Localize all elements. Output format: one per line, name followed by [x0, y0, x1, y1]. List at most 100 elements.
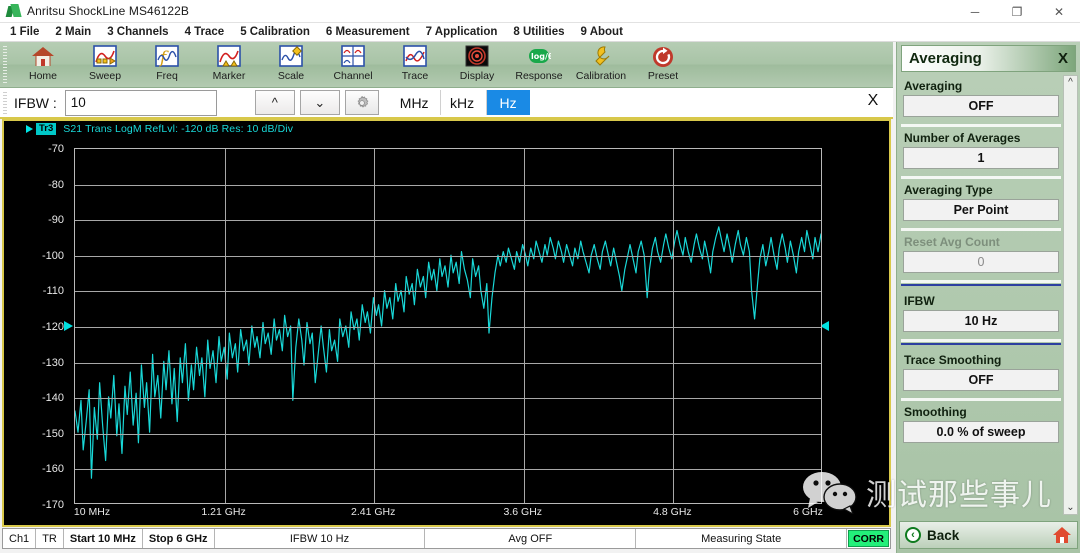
menu-item-calibration[interactable]: 5 Calibration [240, 26, 310, 38]
panel-divider [901, 339, 1061, 342]
home-icon[interactable] [1052, 526, 1072, 544]
panel-field-value[interactable]: 0 [903, 251, 1059, 273]
toolbar-button-preset[interactable]: Preset [632, 42, 694, 86]
gridline-horizontal [75, 220, 821, 222]
main-toolbar: Home Sweep f Freq Marker Scale Channel Trace Dis… [0, 42, 893, 88]
y-axis-tick-label: -140 [41, 392, 64, 405]
channel-icon [341, 45, 365, 69]
toolbar-button-label: Scale [277, 70, 305, 82]
toolbar-grip[interactable] [3, 46, 7, 84]
x-axis-tick-label: 10 MHz [73, 506, 111, 518]
panel-field-label: Trace Smoothing [904, 353, 1002, 367]
trace-icon [403, 45, 427, 69]
y-axis-tick-label: -100 [41, 249, 64, 262]
maximize-button[interactable]: ❐ [996, 0, 1038, 23]
gear-icon [357, 95, 369, 108]
toolbar-button-home[interactable]: Home [12, 42, 74, 86]
toolbar-button-freq[interactable]: f Freq [136, 42, 198, 86]
menu-item-trace[interactable]: 4 Trace [185, 26, 225, 38]
minimize-button[interactable]: ─ [954, 0, 996, 23]
panel-title: Averaging [909, 50, 982, 67]
unit-button-mhz[interactable]: MHz [391, 90, 438, 115]
status-cell-ch1[interactable]: Ch1 [3, 529, 37, 548]
panel-field-value[interactable]: 10 Hz [903, 310, 1059, 332]
y-axis-tick-label: -110 [42, 285, 64, 298]
panel-divider [901, 176, 1061, 179]
scroll-down-button[interactable]: ⌄ [1066, 501, 1074, 514]
status-cell-tr[interactable]: TR [36, 529, 64, 548]
y-axis-tick-label: -150 [41, 427, 64, 440]
unit-button-hz[interactable]: Hz [485, 90, 530, 115]
status-cell-stop-6-ghz[interactable]: Stop 6 GHz [143, 529, 215, 548]
menu-item-measurement[interactable]: 6 Measurement [326, 26, 410, 38]
x-axis-tick-label: 4.8 GHz [653, 506, 692, 518]
panel-field-value[interactable]: OFF [903, 95, 1059, 117]
x-axis-tick-label: 3.6 GHz [503, 506, 543, 518]
panel-divider [901, 228, 1061, 231]
toolbar-button-trace[interactable]: Trace [384, 42, 446, 86]
menu-item-utilities[interactable]: 8 Utilities [513, 26, 564, 38]
y-axis-tick-label: -120 [41, 321, 64, 333]
toolbar-button-calibration[interactable]: Calibration [570, 42, 632, 86]
y-axis-tick-label: -70 [48, 143, 64, 155]
panel-field-value[interactable]: 1 [903, 147, 1059, 169]
application-window: Anritsu ShockLine MS46122B ─ ❐ ✕ 1 File 2… [0, 0, 1080, 553]
toolbar-button-marker[interactable]: Marker [198, 42, 260, 86]
chevron-down-icon: ⌄ [314, 94, 326, 110]
x-axis-tick-label: 6 GHz [793, 506, 823, 518]
status-cell-avg-off[interactable]: Avg OFF [425, 529, 637, 548]
ifbw-increment-button[interactable]: ^ [254, 90, 295, 115]
menu-bar: 1 File 2 Main 3 Channels 4 Trace 5 Calibrati… [0, 23, 1080, 42]
ifbw-input[interactable]: 10 [64, 89, 217, 116]
toolbar-button-sweep[interactable]: Sweep [74, 42, 136, 86]
graph-area: Tr3 S21 Trans LogM RefLvl: -120 dB Res: … [2, 119, 891, 527]
panel-divider [901, 124, 1061, 127]
plot-grid[interactable] [74, 148, 822, 504]
scroll-up-button[interactable]: ^ [1068, 76, 1073, 89]
gridline-vertical [673, 149, 675, 503]
panel-scrollbar[interactable]: ^ ⌄ [1063, 75, 1078, 515]
panel-group-trace-smoothing: Trace Smoothing OFF [901, 349, 1061, 393]
panel-close-button[interactable]: X [1058, 50, 1068, 67]
toolbar-button-channel[interactable]: Channel [322, 42, 384, 86]
toolbar-button-label: Calibration [575, 70, 627, 82]
toolbar-button-scale[interactable]: Scale [260, 42, 322, 86]
window-title: Anritsu ShockLine MS46122B [27, 4, 190, 18]
close-button[interactable]: ✕ [1038, 0, 1080, 23]
anritsu-logo-icon [5, 4, 22, 18]
ifbw-decrement-button[interactable]: ⌄ [299, 90, 340, 115]
trace-number-badge[interactable]: Tr3 [36, 123, 57, 135]
panel-group-smoothing: Smoothing 0.0 % of sweep [901, 401, 1061, 445]
menu-item-application[interactable]: 7 Application [426, 26, 498, 38]
menu-item-about[interactable]: 9 About [581, 26, 623, 38]
status-cell-ifbw-10-hz[interactable]: IFBW 10 Hz [215, 529, 426, 548]
panel-field-value[interactable]: 0.0 % of sweep [903, 421, 1059, 443]
back-button[interactable]: ‹ Back [899, 521, 1078, 549]
status-cell-start-10-mhz[interactable]: Start 10 MHz [64, 529, 143, 548]
trace-description: S21 Trans LogM RefLvl: -120 dB Res: 10 d… [63, 123, 294, 135]
toolbar-button-display[interactable]: Display [446, 42, 508, 86]
sweep-icon [93, 45, 117, 69]
menu-item-file[interactable]: 1 File [10, 26, 39, 38]
scale-icon [279, 45, 303, 69]
status-cell-measuring-state[interactable]: Measuring State [636, 529, 848, 548]
gridline-horizontal [75, 398, 821, 400]
averaging-panel: Averaging X Averaging OFF Number of Averag… [896, 42, 1080, 553]
y-axis-tick-label: -80 [48, 178, 64, 191]
ifbw-entry-bar: IFBW : 10 ^ ⌄ MHz kHz Hz X [0, 88, 893, 119]
ifbw-settings-button[interactable] [344, 90, 379, 115]
panel-field-value[interactable]: Per Point [903, 199, 1059, 221]
reference-level-marker-left[interactable] [64, 321, 73, 331]
status-bar: Ch1 TR Start 10 MHz Stop 6 GHz IFBW 10 Hz Avg… [2, 528, 891, 549]
toolbar-button-label: Trace [401, 70, 429, 82]
panel-field-value[interactable]: OFF [903, 369, 1059, 391]
panel-group-number-of-averages: Number of Averages 1 [901, 127, 1061, 171]
status-badge-corr[interactable]: CORR [848, 530, 890, 547]
unit-button-khz[interactable]: kHz [439, 90, 484, 115]
menu-item-channels[interactable]: 3 Channels [107, 26, 168, 38]
entrybar-grip[interactable] [3, 91, 7, 114]
menu-item-main[interactable]: 2 Main [55, 26, 91, 38]
gridline-horizontal [75, 291, 821, 293]
toolbar-button-response[interactable]: log/θg Response [508, 42, 570, 86]
entrybar-close-button[interactable]: X [863, 92, 883, 110]
